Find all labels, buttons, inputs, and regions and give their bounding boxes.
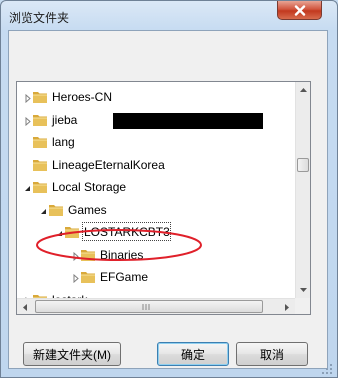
close-icon [294,4,306,16]
folder-icon [32,112,48,128]
arrow-left-icon [22,303,27,311]
folder-tree-rows: Heroes-CN jieba lang LineageEternalKorea Loc… [17,82,295,298]
tree-item-label: LOSTARKCBT3 [84,225,170,239]
tree-item[interactable]: lostark [17,289,295,298]
tree-item[interactable]: Local Storage [17,176,295,198]
window-title: 浏览文件夹 [9,11,70,25]
tree-item[interactable]: EFGame [17,266,295,288]
folder-icon [32,179,48,195]
scroll-right-button[interactable] [279,299,294,314]
tree-item-label: Heroes-CN [52,90,113,104]
folder-icon [32,134,48,150]
folder-icon [48,202,64,218]
folder-icon [32,89,48,105]
tree-item[interactable]: lang [17,131,295,153]
tree-item-label: Local Storage [52,180,127,194]
triangle-collapsed-icon[interactable] [23,115,32,126]
close-button[interactable] [277,1,322,20]
folder-tree[interactable]: Heroes-CN jieba lang LineageEternalKorea Loc… [16,81,311,315]
scroll-up-button[interactable] [296,82,310,98]
tree-item-label: Binaries [100,247,144,262]
vertical-scrollbar[interactable] [295,82,310,298]
vertical-scroll-thumb[interactable] [297,158,309,172]
horizontal-scroll-thumb[interactable] [35,300,263,313]
tree-item[interactable]: LineageEternalKorea [17,154,295,176]
folder-icon [64,224,80,240]
arrow-up-icon [300,88,307,92]
tree-item-label: LineageEternalKorea [52,157,165,172]
scroll-left-button[interactable] [17,299,32,314]
tree-item[interactable]: Heroes-CN [17,86,295,108]
tree-item[interactable]: Games [17,199,295,221]
tree-item-label: EFGame [100,270,149,284]
tree-item[interactable]: LOSTARKCBT3 [17,221,295,243]
horizontal-scrollbar[interactable] [17,298,295,314]
scroll-down-button[interactable] [296,282,310,298]
triangle-expanded-icon[interactable] [55,227,64,236]
folder-icon [80,269,96,285]
grip-icon [142,304,150,310]
triangle-expanded-icon[interactable] [39,205,48,214]
arrow-right-icon [284,303,289,311]
folder-icon [32,157,48,173]
triangle-collapsed-icon[interactable] [71,250,80,261]
tree-item[interactable]: Binaries [17,244,295,266]
tree-item-label: jieba [52,112,78,127]
title-bar[interactable]: 浏览文件夹 [1,1,337,31]
tree-item-label: lang [52,135,75,149]
resize-grip-icon[interactable] [320,362,334,376]
ok-button[interactable]: 确定 [157,342,229,366]
triangle-expanded-icon[interactable] [23,182,32,191]
tree-item[interactable]: jieba [17,109,295,131]
folder-icon [80,247,96,263]
new-folder-button[interactable]: 新建文件夹(M) [23,342,121,366]
triangle-collapsed-icon[interactable] [71,272,80,284]
arrow-down-icon [300,288,307,292]
triangle-collapsed-icon[interactable] [23,92,32,104]
scrollbar-corner [295,298,310,314]
redaction-bar [113,112,263,129]
tree-item-label: Games [68,202,107,217]
cancel-button[interactable]: 取消 [236,342,308,366]
